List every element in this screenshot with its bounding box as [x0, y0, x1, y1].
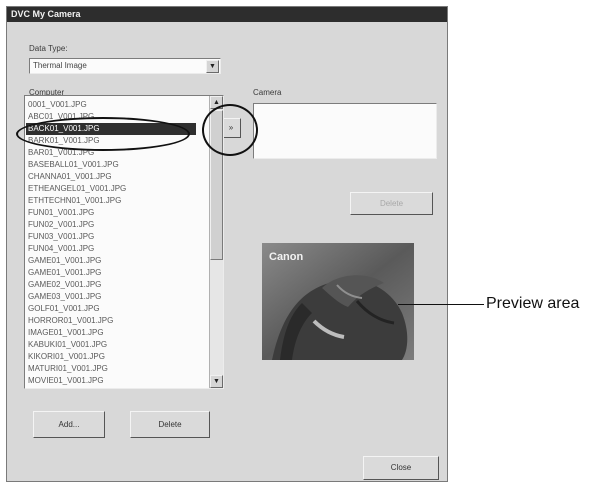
- file-list-item[interactable]: FUN03_V001.JPG: [28, 231, 94, 243]
- file-list-item[interactable]: ETHTECHN01_V001.JPG: [28, 195, 121, 207]
- file-list-item[interactable]: BARK01_V001.JPG: [28, 135, 100, 147]
- file-list-item[interactable]: FUN04_V001.JPG: [28, 243, 94, 255]
- file-list-item[interactable]: KABUKI01_V001.JPG: [28, 339, 107, 351]
- file-list-item[interactable]: ETHEANGEL01_V001.JPG: [28, 183, 126, 195]
- callout-line: [398, 304, 484, 305]
- data-type-select[interactable]: Thermal Image ▼: [29, 58, 221, 74]
- file-list-item[interactable]: BAR01_V001.JPG: [28, 147, 94, 159]
- close-button[interactable]: Close: [363, 456, 439, 480]
- file-list-item[interactable]: KIKORI01_V001.JPG: [28, 351, 105, 363]
- file-list-item[interactable]: ABC01_V001.JPG: [28, 111, 94, 123]
- file-list-item[interactable]: MOVIE01_V001.JPG: [28, 375, 104, 387]
- preview-area: Canon: [262, 243, 414, 360]
- file-list-item[interactable]: GAME01_V001.JPG: [28, 267, 101, 279]
- file-list-item[interactable]: CHANNA01_V001.JPG: [28, 171, 112, 183]
- scroll-thumb[interactable]: [210, 110, 223, 260]
- camera-label: Camera: [253, 88, 282, 97]
- camera-delete-button[interactable]: Delete: [350, 192, 433, 215]
- file-list-item[interactable]: GAME02_V001.JPG: [28, 279, 101, 291]
- computer-file-list[interactable]: 0001_V001.JPG ABC01_V001.JPG BACK01_V001.J…: [24, 95, 224, 389]
- delete-button[interactable]: Delete: [130, 411, 210, 438]
- preview-image: Canon: [262, 243, 414, 360]
- file-list-item[interactable]: MATURI01_V001.JPG: [28, 363, 108, 375]
- data-type-value: Thermal Image: [33, 61, 87, 70]
- file-list-scrollbar[interactable]: ▲ ▼: [209, 96, 223, 388]
- chevron-down-icon[interactable]: ▼: [206, 60, 219, 73]
- file-list-item[interactable]: GOLF01_V001.JPG: [28, 303, 100, 315]
- file-list-item[interactable]: FUN01_V001.JPG: [28, 207, 94, 219]
- window-title: DVC My Camera: [7, 7, 447, 22]
- scroll-down-icon[interactable]: ▼: [210, 375, 223, 388]
- file-list-item[interactable]: 0001_V001.JPG: [28, 99, 87, 111]
- camera-list[interactable]: [253, 103, 437, 159]
- file-list-item[interactable]: GAME01_V001.JPG: [28, 255, 101, 267]
- canon-logo: Canon: [269, 251, 304, 263]
- preview-area-callout: Preview area: [486, 295, 580, 312]
- scroll-up-icon[interactable]: ▲: [210, 96, 223, 109]
- add-button[interactable]: Add...: [33, 411, 105, 438]
- file-list-item[interactable]: IMAGE01_V001.JPG: [28, 327, 104, 339]
- file-list-item[interactable]: HORROR01_V001.JPG: [28, 315, 113, 327]
- data-type-label: Data Type:: [29, 44, 68, 53]
- file-list-item[interactable]: BACK01_V001.JPG: [26, 123, 196, 135]
- file-list-item[interactable]: GAME03_V001.JPG: [28, 291, 101, 303]
- transfer-button[interactable]: »: [221, 118, 241, 138]
- file-list-item[interactable]: BASEBALL01_V001.JPG: [28, 159, 119, 171]
- file-list-item[interactable]: FUN02_V001.JPG: [28, 219, 94, 231]
